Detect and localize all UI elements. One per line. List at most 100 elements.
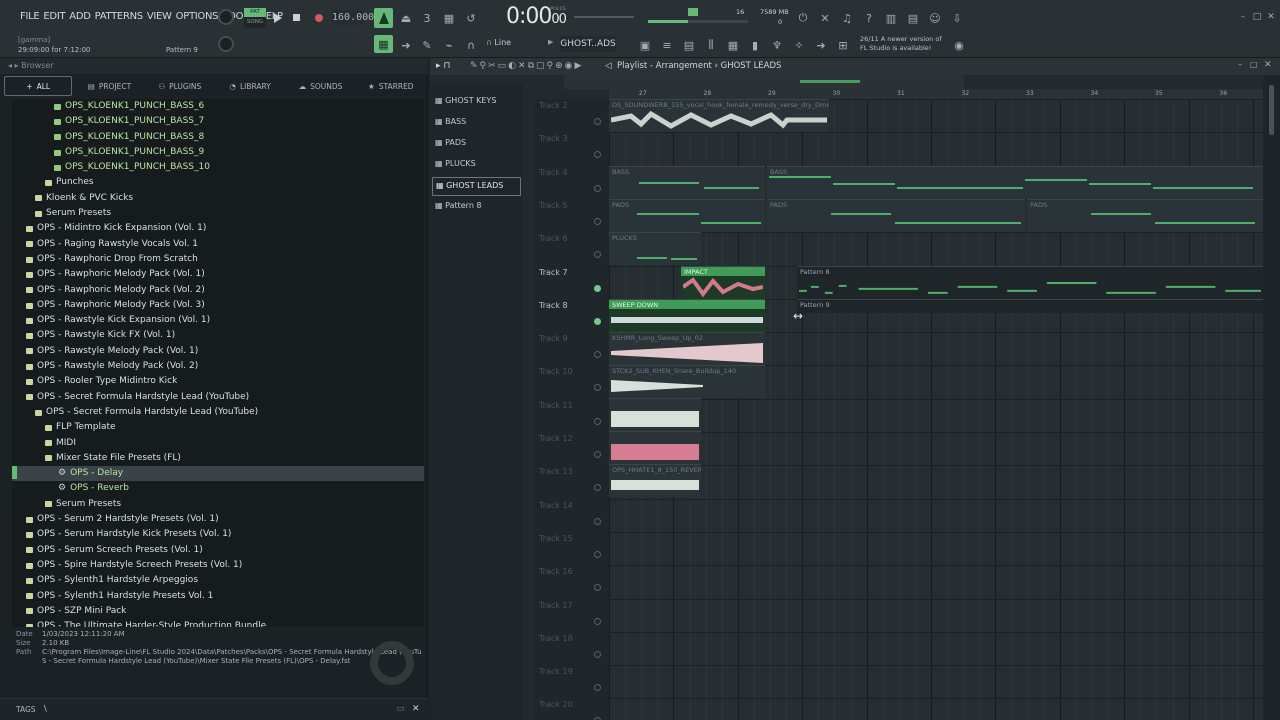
pattern-item[interactable]: ▦ Pattern 8 [432,198,521,217]
clip-snare-buildup[interactable]: STCK2_SUB_KHEN_Snare_Buildup_140 [609,365,765,398]
track-header[interactable]: Track 14 [534,501,609,510]
playlist-menu-icon[interactable]: ▸ ⊓ [436,61,450,71]
clip-bass[interactable]: BASS [609,166,765,199]
countdown-icon[interactable]: 3 [418,9,436,27]
clip-hits[interactable] [609,398,701,431]
track-header[interactable]: Track 18 [534,634,609,643]
browser-arrows-icon[interactable]: ◂ ▸ [8,61,21,70]
playlist-icon[interactable]: ▦ [724,36,742,54]
clip-sweep-up[interactable]: KSHMR_Long_Sweep_Up_02 [609,332,765,365]
online-icon[interactable]: ⏻ [794,9,812,27]
track-header[interactable]: Track 17 [534,601,609,610]
pattern-item[interactable]: ▦ PADS [432,135,521,154]
menu-view[interactable]: VIEW [145,11,174,22]
track-header[interactable]: Track 9 [534,334,609,343]
track-header[interactable]: Track 6 [534,234,609,243]
clip-hihat[interactable]: OPS_HHATE1_8_150_REVER [609,464,701,497]
clip-bass-2[interactable]: BASS [767,166,1263,199]
pattern-item[interactable]: ▦ GHOST LEADS [432,177,521,196]
playlist-close-icon[interactable]: ✕ [1264,60,1272,70]
tree-item[interactable]: OPS - Rawstyle Kick FX (Vol. 1) [12,328,424,343]
help-icon[interactable]: ? [860,9,878,27]
tree-item[interactable]: OPS - Rawphoric Drop From Scratch [12,252,424,267]
wrench-icon[interactable]: ✧ [790,36,808,54]
track-header[interactable]: Track 20 [534,700,609,709]
tab-project[interactable]: ▤ PROJECT [76,76,142,96]
tree-item[interactable]: OPS - Sylenth1 Hardstyle Presets Vol. 1 [12,589,424,604]
volume-slider[interactable] [648,20,748,23]
tree-item[interactable]: OPS - Rooler Type Midintro Kick [12,374,424,389]
track-mute-icon[interactable] [594,317,601,325]
track-mute-icon[interactable] [594,118,601,125]
browser-icon[interactable]: ▮ [746,36,764,54]
tree-item[interactable]: ⚙ OPS - Reverb [12,481,424,496]
download-icon[interactable]: ⇩ [948,9,966,27]
track-mute-icon[interactable] [594,684,601,692]
track-header[interactable]: Track 13 [534,467,609,476]
mixer-icon[interactable]: ≡ [658,36,676,54]
news-panel[interactable]: 26/11 A newer version of FL Studio is av… [860,35,942,53]
tab-library[interactable]: ◔ LIBRARY [217,76,283,96]
track-mute-icon[interactable] [594,151,601,159]
menu-options[interactable]: OPTIONS [174,11,221,22]
wait-input-icon[interactable]: ⏏ [397,9,415,27]
track-mute-icon[interactable] [594,617,601,625]
clip-hits-red[interactable] [609,431,701,464]
track-mute-icon[interactable] [594,550,601,558]
channel-selector[interactable]: GHOST..ADS [560,36,616,52]
tree-item[interactable]: Serum Presets [12,206,424,221]
track-header[interactable]: Track 10 [534,367,609,376]
clip-pattern-9[interactable]: Pattern 9 [797,299,1263,313]
track-mute-icon[interactable] [594,484,601,492]
clip-pattern-8[interactable]: Pattern 8 [797,266,1263,299]
metronome-button[interactable] [374,8,393,28]
tree-item[interactable]: Mixer State File Presets (FL) [12,451,424,466]
tree-item[interactable]: OPS_KLOENK1_PUNCH_BASS_6 [12,99,424,114]
tree-item[interactable]: OPS - SZP Mini Pack [12,604,424,619]
playlist-minimize-icon[interactable]: – [1238,60,1243,70]
menu-patterns[interactable]: PATTERNS [93,11,145,22]
tree-item[interactable]: OPS_KLOENK1_PUNCH_BASS_10 [12,160,424,175]
track-header[interactable]: Track 2 [534,101,609,110]
back-arrow-icon[interactable]: ◁ [605,61,612,71]
scissors-icon[interactable]: ➔ [812,36,830,54]
track-mute-icon[interactable] [594,384,601,392]
tree-item[interactable]: OPS - Raging Rawstyle Vocals Vol. 1 [12,237,424,252]
play-button[interactable] [268,9,286,27]
snap-select[interactable]: ∩ Line [486,38,511,47]
track-header[interactable]: Track 19 [534,667,609,676]
vertical-scrollbar[interactable] [1263,75,1280,720]
tree-item[interactable]: Serum Presets [12,497,424,512]
track-mute-icon[interactable] [594,517,601,525]
tree-item[interactable]: OPS_KLOENK1_PUNCH_BASS_8 [12,130,424,145]
clip-vocal[interactable]: DS_SOUNDWERB_155_vocal_hook_female_remed… [609,99,829,132]
tree-item[interactable]: OPS - Rawstyle Melody Pack (Vol. 1) [12,344,424,359]
clip-pads-3[interactable]: PADS [1027,199,1263,232]
menu-add[interactable]: ADD [67,11,92,22]
track-header[interactable]: Track 16 [534,567,609,576]
track-header[interactable]: Track 15 [534,534,609,543]
step-edit-icon[interactable]: ▦ [440,9,458,27]
tab-sounds[interactable]: ☁ SOUNDS [287,76,353,96]
mic-icon[interactable]: ♫ [838,9,856,27]
tag-edit-icon[interactable]: ▭ [396,704,405,714]
piano-roll-icon[interactable]: ▤ [680,36,698,54]
tuner-icon[interactable]: ▥ [882,9,900,27]
master-pitch-knob[interactable] [218,36,234,52]
playlist-maximize-icon[interactable]: □ [1250,60,1258,69]
tree-item[interactable]: Punches [12,175,424,190]
tree-item[interactable]: OPS - The Ultimate Harder-Style Producti… [12,619,424,627]
track-mute-icon[interactable] [594,650,601,658]
arrow-right-icon[interactable]: ➜ [397,36,415,54]
pat-song-switch[interactable]: PAT SONG [244,8,266,28]
tab-starred[interactable]: ★ STARRED [358,76,424,96]
close-icon[interactable]: ✕ [1262,8,1280,26]
track-mute-icon[interactable] [594,284,601,292]
tags-close-icon[interactable]: ✕ [412,704,420,714]
chat-icon[interactable]: ☺ [926,9,944,27]
playlist-overview[interactable] [564,75,964,89]
tree-item[interactable]: OPS - Serum Hardstyle Kick Presets (Vol.… [12,527,424,542]
pencil-icon[interactable]: ✎ [418,36,436,54]
master-volume-knob[interactable] [218,9,234,25]
clip-pads[interactable]: PADS [609,199,765,232]
